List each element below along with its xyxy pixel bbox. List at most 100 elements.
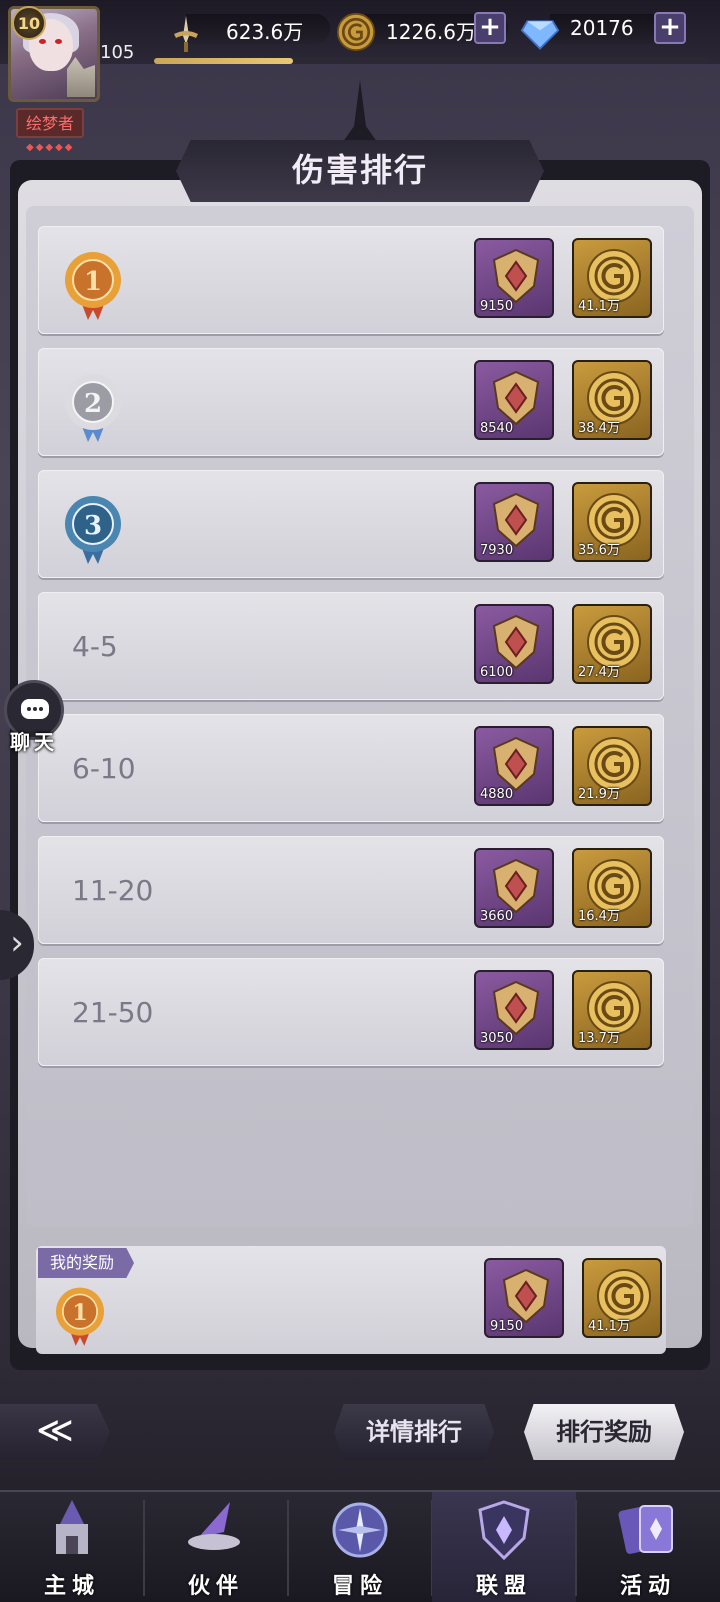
compass-icon [332, 1502, 388, 1558]
gold-value: 1226.6万 [386, 20, 476, 44]
nav-label-main-city: 主城 [43, 1574, 100, 1599]
rank-badge-icon [492, 370, 540, 426]
reward-gold-item[interactable]: 41.1万 [572, 238, 652, 318]
reward-badge-item[interactable]: 4880 [474, 726, 554, 806]
add-gold-button[interactable]: + [474, 12, 506, 44]
rank-range-label: 21-50 [72, 996, 154, 1029]
chat-label[interactable]: 聊天 [10, 726, 58, 755]
nav-label-adventure: 冒险 [331, 1574, 388, 1599]
nav-label-partners: 伙伴 [187, 1574, 244, 1599]
add-diamond-button[interactable]: + [654, 12, 686, 44]
detail-ranking-button[interactable]: 详情排行 [334, 1404, 494, 1460]
rank-range-label: 6-10 [72, 752, 136, 785]
reward-badge-item[interactable]: 8540 [474, 360, 554, 440]
reward-gold-qty: 21.9万 [578, 787, 620, 802]
diamond-stat: 20176 [520, 10, 674, 50]
reward-gold-item[interactable]: 27.4万 [572, 604, 652, 684]
rank-range-label: 11-20 [72, 874, 154, 907]
nav-label-events: 活动 [619, 1574, 676, 1599]
reward-gold-item[interactable]: 21.9万 [572, 726, 652, 806]
back-button[interactable]: ≪ [0, 1404, 110, 1460]
my-reward-gold-item[interactable]: 41.1万 [582, 1258, 662, 1338]
my-rank-medal: 1 [50, 1282, 120, 1358]
diamond-value: 20176 [570, 16, 634, 40]
reward-badge-qty: 3660 [480, 909, 514, 924]
diamond-icon [520, 20, 560, 50]
shield-icon [478, 1500, 530, 1561]
player-sub-level: 105 [100, 42, 135, 63]
rank-badge-icon [492, 736, 540, 792]
rank-row: 4-5 6100 27.4万 [38, 592, 664, 700]
my-reward-gold-qty: 41.1万 [588, 1319, 630, 1334]
gold-coin-icon [336, 12, 376, 52]
medal-rank-text: 1 [72, 1300, 88, 1326]
gold-medal-icon: 1 [65, 252, 121, 320]
bottom-nav-bar: 主城 伙伴 冒险 联盟 活动 [0, 1490, 720, 1602]
player-title-tag[interactable]: 绘梦者 [16, 108, 84, 138]
reward-gold-item[interactable]: 35.6万 [572, 482, 652, 562]
castle-icon [56, 1500, 88, 1554]
cards-icon [618, 1505, 673, 1554]
medal-rank-text: 1 [84, 267, 102, 297]
rank-badge-icon [492, 858, 540, 914]
rank-row: 3 7930 35.6万 [38, 470, 664, 578]
reward-gold-qty: 41.1万 [578, 299, 620, 314]
reward-badge-qty: 4880 [480, 787, 514, 802]
witch-hat-icon [188, 1502, 240, 1550]
reward-gold-item[interactable]: 38.4万 [572, 360, 652, 440]
exp-progress-fill [154, 58, 293, 64]
reward-badge-qty: 6100 [480, 665, 514, 680]
avatar-eye-right [55, 39, 62, 44]
reward-badge-qty: 7930 [480, 543, 514, 558]
my-reward-tag: 我的奖励 [38, 1248, 135, 1278]
player-level: 10 [12, 6, 46, 40]
reward-badge-qty: 3050 [480, 1031, 514, 1046]
rank-range-label: 4-5 [72, 630, 118, 663]
header-spire-ornament [340, 80, 380, 146]
blue-medal-icon: 3 [65, 496, 121, 564]
reward-badge-item[interactable]: 6100 [474, 604, 554, 684]
reward-gold-qty: 38.4万 [578, 421, 620, 436]
medal-rank-text: 3 [84, 511, 102, 541]
my-reward-badge-qty: 9150 [490, 1319, 524, 1334]
avatar-eye-left [39, 39, 46, 44]
nav-item-adventure[interactable]: 冒险 [288, 1492, 432, 1602]
rank-row: 1 9150 41.1万 [38, 226, 664, 334]
rank-row: 2 8540 38.4万 [38, 348, 664, 456]
reward-badge-qty: 9150 [480, 299, 514, 314]
reward-badge-qty: 8540 [480, 421, 514, 436]
rank-row: 11-20 3660 16.4万 [38, 836, 664, 944]
reward-badge-item[interactable]: 3660 [474, 848, 554, 928]
rank-row: 6-10 4880 21.9万 [38, 714, 664, 822]
exp-progress-bar [154, 58, 710, 64]
medal-rank-text: 2 [84, 389, 102, 419]
rank-badge-icon [492, 248, 540, 304]
reward-badge-item[interactable]: 7930 [474, 482, 554, 562]
nav-item-alliance[interactable]: 联盟 [432, 1492, 576, 1602]
reward-badge-item[interactable]: 3050 [474, 970, 554, 1050]
rank-badge-icon [502, 1268, 550, 1324]
panel-title: 伤害排行 [176, 140, 544, 202]
gold-medal-icon: 1 [56, 1287, 104, 1346]
reward-gold-qty: 13.7万 [578, 1031, 620, 1046]
avatar-castle-icon [67, 57, 95, 97]
rank-badge-icon [492, 492, 540, 548]
reward-gold-item[interactable]: 13.7万 [572, 970, 652, 1050]
nav-item-events[interactable]: 活动 [576, 1492, 720, 1602]
rank-badge-icon [492, 980, 540, 1036]
sword-icon [174, 16, 198, 52]
title-tag-stars: ◆◆◆◆◆ [26, 142, 75, 153]
rank-row: 21-50 3050 13.7万 [38, 958, 664, 1066]
reward-badge-item[interactable]: 9150 [474, 238, 554, 318]
nav-item-main-city[interactable]: 主城 [0, 1492, 144, 1602]
rank-badge-icon [492, 614, 540, 670]
combat-power-stat: 623.6万 [160, 10, 330, 52]
nav-label-alliance: 联盟 [475, 1574, 532, 1599]
nav-item-partners[interactable]: 伙伴 [144, 1492, 288, 1602]
ranking-rewards-button[interactable]: 排行奖励 [524, 1404, 684, 1460]
reward-gold-qty: 27.4万 [578, 665, 620, 680]
my-reward-badge-item[interactable]: 9150 [484, 1258, 564, 1338]
reward-gold-qty: 16.4万 [578, 909, 620, 924]
reward-gold-item[interactable]: 16.4万 [572, 848, 652, 928]
reward-gold-qty: 35.6万 [578, 543, 620, 558]
